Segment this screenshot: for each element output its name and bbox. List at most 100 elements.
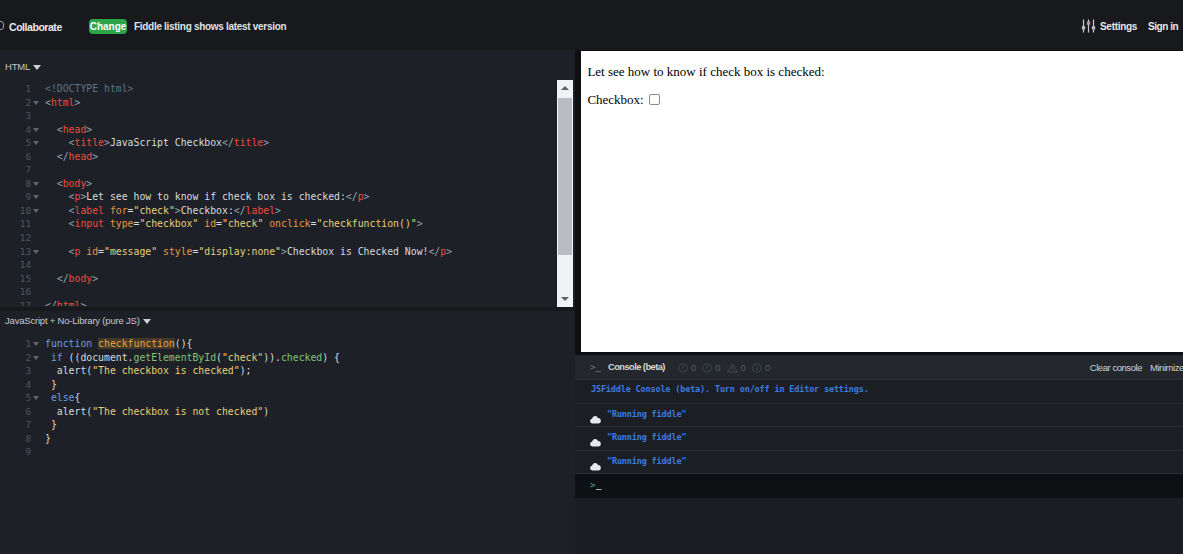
result-checkbox[interactable] xyxy=(649,94,660,105)
code-text: if ((document.getElementById("check")).c… xyxy=(45,351,340,365)
code-text: } xyxy=(45,432,51,446)
scroll-up-button[interactable] xyxy=(557,80,573,96)
line-number: 1 xyxy=(0,82,31,96)
result-column: Let see how to know if check box is chec… xyxy=(575,50,1183,554)
js-code-editor[interactable]: 1function checkfunction(){2 if ((documen… xyxy=(0,335,575,554)
html-panel-selector[interactable]: HTML xyxy=(5,61,41,72)
line-number: 6 xyxy=(0,405,31,419)
fold-arrow-icon[interactable] xyxy=(33,396,39,400)
code-text: <p id="message" style="display:none">Che… xyxy=(45,245,452,259)
chevron-down-icon xyxy=(33,65,41,70)
code-line[interactable]: 1function checkfunction(){ xyxy=(0,337,575,351)
code-line[interactable]: 3 xyxy=(0,109,575,123)
code-line[interactable]: 6 </head> xyxy=(0,150,575,164)
result-intro-text: Let see how to know if check box is chec… xyxy=(587,64,1183,79)
code-text: else{ xyxy=(45,391,80,405)
code-line[interactable]: 6 alert("The checkbox is not checked") xyxy=(0,405,575,419)
line-number: 16 xyxy=(0,285,31,299)
prompt-cursor: _ xyxy=(596,480,601,490)
fold-arrow-icon[interactable] xyxy=(33,128,39,132)
warning-triangle-icon xyxy=(727,359,738,377)
topbar: Collaborate Change Fiddle listing shows … xyxy=(0,0,1183,50)
code-line[interactable]: 2 if ((document.getElementById("check"))… xyxy=(0,351,575,365)
result-checkbox-label: Checkbox: xyxy=(587,92,643,107)
code-line[interactable]: 11 <input type="checkbox" id="check" onc… xyxy=(0,217,575,231)
fold-arrow-icon[interactable] xyxy=(33,250,39,254)
scroll-down-button[interactable] xyxy=(557,291,573,307)
html-editor-scrollbar xyxy=(557,80,573,307)
fold-arrow-icon[interactable] xyxy=(33,182,39,186)
code-line[interactable]: 8} xyxy=(0,432,575,446)
line-number: 2 xyxy=(0,96,31,110)
code-text: <p>Let see how to know if check box is c… xyxy=(45,190,369,204)
js-panel-selector[interactable]: JavaScript + No-Library (pure JS) xyxy=(5,315,151,326)
code-line[interactable]: 5 <title>JavaScript Checkbox</title> xyxy=(0,136,575,150)
html-panel-header: HTML xyxy=(0,50,575,80)
console-counter-error-circle[interactable]: 0 xyxy=(678,359,696,377)
code-line[interactable]: 14 xyxy=(0,258,575,272)
html-code-editor[interactable]: 1<!DOCTYPE html>2 <html>34 <head>5 <title… xyxy=(0,80,575,307)
minimize-button[interactable]: Minimize xyxy=(1150,362,1183,373)
code-line[interactable]: 3 alert("The checkbox is checked"); xyxy=(0,364,575,378)
fold-arrow-icon[interactable] xyxy=(33,101,39,105)
line-number: 14 xyxy=(0,258,31,272)
fold-arrow-icon[interactable] xyxy=(33,209,39,213)
fold-arrow-icon[interactable] xyxy=(33,342,39,346)
collaborate-button[interactable]: Collaborate xyxy=(9,21,62,33)
line-number: 7 xyxy=(0,163,31,177)
code-line[interactable]: 12 xyxy=(0,231,575,245)
change-button[interactable]: Change xyxy=(89,19,127,34)
console-prompt-row[interactable]: > _ xyxy=(575,474,1183,498)
line-number: 3 xyxy=(0,364,31,378)
line-number: 8 xyxy=(0,177,31,191)
code-line[interactable]: 9 xyxy=(0,445,575,459)
code-line[interactable]: 17</html> xyxy=(0,299,575,306)
code-text: </html> xyxy=(45,299,86,306)
counter-value: 0 xyxy=(741,362,746,373)
line-number: 4 xyxy=(0,378,31,392)
console-counter-warning-triangle[interactable]: 0 xyxy=(727,359,746,377)
line-number: 6 xyxy=(0,150,31,164)
code-text: <label for="check">Checkbox:</label> xyxy=(45,204,281,218)
code-text: <input type="checkbox" id="check" onclic… xyxy=(45,217,423,231)
console-footer-area xyxy=(575,498,1183,554)
code-line[interactable]: 1<!DOCTYPE html> xyxy=(0,82,575,96)
code-text: <html> xyxy=(45,96,80,110)
line-number: 7 xyxy=(0,418,31,432)
code-line[interactable]: 7 } xyxy=(0,418,575,432)
console-log-row: "Running fiddle" xyxy=(575,451,1183,475)
code-line[interactable]: 7 xyxy=(0,163,575,177)
sign-in-button[interactable]: Sign in xyxy=(1148,21,1178,32)
collaborate-icon xyxy=(0,21,4,30)
console-counter-info-circle[interactable]: 0 xyxy=(752,359,770,377)
clear-console-button[interactable]: Clear console xyxy=(1090,362,1142,373)
error-circle-icon xyxy=(678,359,688,377)
code-line[interactable]: 2 <html> xyxy=(0,96,575,110)
console-counter-exclamation-circle[interactable]: 0 xyxy=(702,359,720,377)
code-line[interactable]: 8 <body> xyxy=(0,177,575,191)
fold-arrow-icon[interactable] xyxy=(33,141,39,145)
console-info-message: JSFiddle Console (beta). Turn on/off in … xyxy=(591,384,869,394)
code-line[interactable]: 4 } xyxy=(0,378,575,392)
code-line[interactable]: 16 xyxy=(0,285,575,299)
fold-arrow-icon[interactable] xyxy=(33,356,39,360)
console-info-row: JSFiddle Console (beta). Turn on/off in … xyxy=(575,380,1183,404)
code-line[interactable]: 13 <p id="message" style="display:none">… xyxy=(0,245,575,259)
code-line[interactable]: 9 <p>Let see how to know if check box is… xyxy=(0,190,575,204)
prompt-gt: > xyxy=(590,480,595,490)
scrollbar-thumb[interactable] xyxy=(558,98,572,255)
line-number: 10 xyxy=(0,204,31,218)
settings-button[interactable]: Settings xyxy=(1081,19,1137,33)
code-line[interactable]: 4 <head> xyxy=(0,123,575,137)
code-line[interactable]: 5 else{ xyxy=(0,391,575,405)
sliders-icon xyxy=(1081,19,1096,33)
fold-arrow-icon[interactable] xyxy=(33,195,39,199)
line-number: 9 xyxy=(0,445,31,459)
cloud-icon xyxy=(589,409,601,418)
code-line[interactable]: 15 </body> xyxy=(0,272,575,286)
console-log-row: "Running fiddle" xyxy=(575,427,1183,451)
console-prompt-icon: >_ xyxy=(590,362,601,372)
code-line[interactable]: 10 <label for="check">Checkbox:</label> xyxy=(0,204,575,218)
console-panel: >_ Console (beta) 0000 Clear console Min… xyxy=(575,355,1183,554)
js-panel-header: JavaScript + No-Library (pure JS) xyxy=(0,311,575,335)
